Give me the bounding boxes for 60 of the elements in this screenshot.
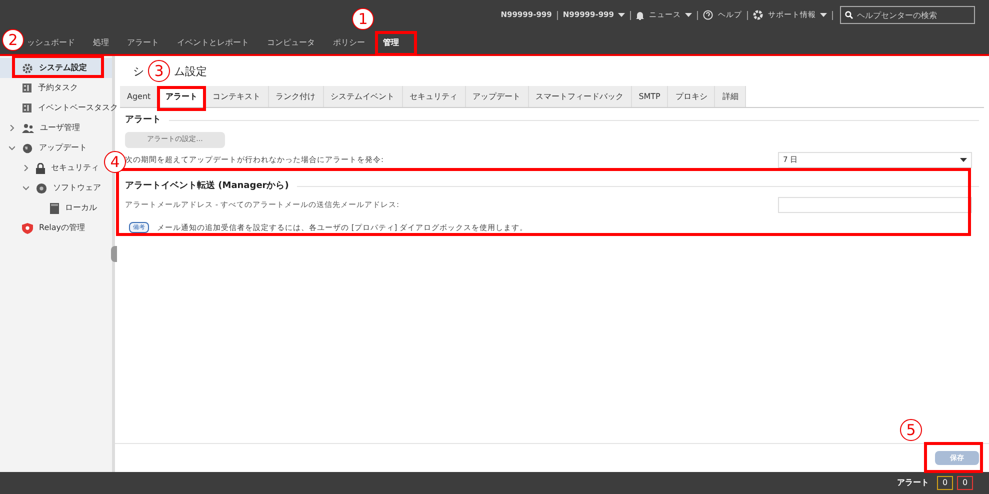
search-field[interactable]: ヘルプセンターの検索 <box>840 6 975 24</box>
sidebar-item[interactable]: ソフトウェア <box>0 178 105 198</box>
highlight-frame <box>924 442 983 473</box>
section-title: アラート <box>125 114 161 127</box>
callout-number: 3 <box>148 60 170 82</box>
task-icon <box>22 83 32 93</box>
nav-tab[interactable]: イベントとレポート <box>177 36 249 48</box>
nav-tab[interactable]: ッシュボード <box>27 36 75 48</box>
highlight-frame <box>157 86 206 111</box>
email-input[interactable] <box>778 197 972 213</box>
settings-tab[interactable]: アップデート <box>466 86 529 107</box>
settings-tab[interactable]: Agent <box>120 86 159 107</box>
lock-icon <box>36 162 45 174</box>
users-icon <box>22 123 34 133</box>
help-icon <box>703 10 713 20</box>
highlight-frame <box>375 31 417 56</box>
callout-number: 5 <box>900 419 922 441</box>
sidebar-item[interactable]: ユーザ管理 <box>0 118 84 138</box>
nav-tab[interactable]: 処理 <box>93 36 109 48</box>
caret-icon <box>960 158 967 162</box>
alert-count: 0 <box>957 476 973 490</box>
nav-tab[interactable]: コンピュータ <box>267 36 315 48</box>
chevron-right-icon[interactable] <box>9 125 15 131</box>
caret-icon <box>820 13 827 17</box>
server-icon <box>50 202 59 214</box>
search-icon <box>845 11 853 19</box>
settings-tab[interactable]: スマートフィードバック <box>528 86 632 107</box>
bell-icon <box>636 10 644 20</box>
caret-icon <box>685 13 692 17</box>
sidebar-item[interactable]: 予約タスク <box>0 78 82 98</box>
settings-tab[interactable]: システムイベント <box>324 86 403 107</box>
chevron-right-icon[interactable] <box>23 165 29 171</box>
disc-icon <box>36 182 47 194</box>
nav-tab[interactable]: アラート <box>127 36 159 48</box>
settings-tab[interactable]: ランク付け <box>268 86 324 107</box>
settings-tab[interactable]: 詳細 <box>715 86 746 107</box>
nav-tab[interactable]: 管理 <box>383 36 399 48</box>
page-title: シ <box>133 64 144 80</box>
sidebar-item[interactable]: イベントベースタスク <box>0 98 122 118</box>
nav-tab[interactable]: ポリシー <box>333 36 365 48</box>
shield-icon <box>22 222 33 234</box>
status-label: アラート <box>897 477 929 489</box>
lifebuoy-icon <box>753 10 763 20</box>
settings-tab[interactable]: セキュリティ <box>402 86 466 107</box>
chevron-down-icon[interactable] <box>23 185 29 191</box>
collapse-handle[interactable] <box>111 246 117 262</box>
sidebar-item[interactable]: Relayの管理 <box>0 218 89 238</box>
chevron-down-icon[interactable] <box>9 145 15 151</box>
settings-tab[interactable]: SMTP <box>632 86 668 107</box>
gear-icon <box>22 62 33 74</box>
alert-count: 0 <box>937 476 953 490</box>
task-icon <box>22 103 32 113</box>
settings-tab[interactable]: コンテキスト <box>206 86 269 107</box>
sidebar-item[interactable]: ローカル <box>0 198 101 218</box>
sidebar-item[interactable]: アップデート <box>0 138 91 158</box>
section-title: アラートイベント転送 (Managerから) <box>125 180 289 192</box>
page-title: ム設定 <box>174 64 207 80</box>
caret-icon <box>618 13 625 17</box>
sidebar-item[interactable]: セキュリティ <box>0 158 103 178</box>
settings-tab[interactable]: プロキシ <box>668 86 716 107</box>
